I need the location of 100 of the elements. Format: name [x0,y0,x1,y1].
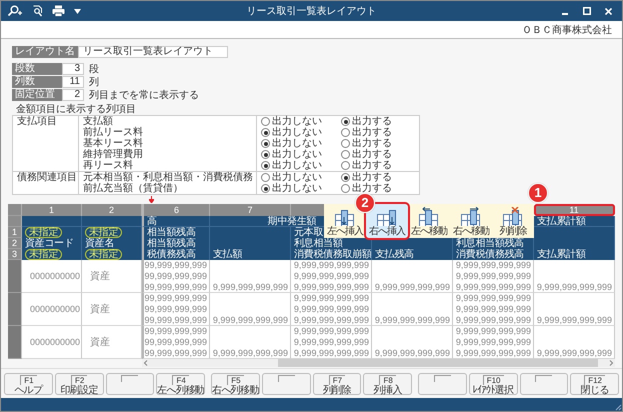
radio-button[interactable] [341,139,350,148]
radio-option[interactable]: 出力する [337,127,417,138]
function-key[interactable]: F12 閉じる [570,373,619,395]
table-cell: 0000000000 [22,260,82,293]
function-key[interactable] [262,373,310,395]
radio-option[interactable]: 出力する [337,116,417,127]
input-field[interactable]: 11 [62,76,84,88]
radio-option[interactable]: 出力する [337,149,417,160]
table-cell: 資産 [82,293,142,326]
radio-button[interactable] [341,128,350,137]
close-icon[interactable] [605,8,612,14]
table-cell: 9,999,999,999,999 [210,260,291,293]
table-cell: 0000000000 [22,326,82,359]
item-label: 前払充当額（賃貸借） [83,183,183,194]
scroll-right-icon[interactable] [607,359,615,367]
field-label: レイアウト名 [12,46,78,58]
unit-label: 列 [89,76,99,89]
horizontal-scrollbar[interactable] [142,359,615,367]
maximize-icon[interactable] [583,7,591,15]
radio-option[interactable]: 出力しない [257,183,337,194]
radio-button[interactable] [341,184,350,193]
row-number: 2 [8,238,22,249]
field-label: 固定位置 [12,89,62,101]
freeze-marker-icon [149,196,154,203]
item-label: 基本リース料 [83,138,143,149]
function-key[interactable]: F5 右へ列移動 [211,373,260,395]
function-key[interactable]: F4 左へ列移動 [156,373,205,395]
table-cell: 9,999,999,999,999 9,999,999,999,999 9,999,999,999,999 [291,260,372,293]
input-field[interactable]: 3 [62,63,84,75]
input-field[interactable]: リース取引一覧表レイアウト [78,46,228,58]
function-key[interactable]: F10 ﾚｲｱｳﾄ選択 [468,373,518,395]
zoom-page-icon[interactable] [32,5,43,17]
zoom-in-icon[interactable] [7,5,23,17]
table-cell: 資産 [82,326,142,359]
table-cell: 資産 [82,260,142,293]
radio-option[interactable]: 出力しない [257,138,337,149]
menu-item[interactable]: 右へ移動 [450,204,492,238]
caret-icon[interactable] [74,8,81,14]
menu-item[interactable]: 列削除 [492,204,534,238]
radio-option[interactable]: 出力する [337,138,417,149]
radio-button[interactable] [261,139,270,148]
table-cell: 9,999,999,999,999 9,999,999,999,999 9,999,999,999,999 [291,293,372,326]
column-header: 利息相当額 [291,238,372,249]
function-key[interactable] [418,373,467,395]
radio-option[interactable]: 出力する [337,172,417,183]
radio-option[interactable]: 出力する [337,160,417,171]
scroll-left-icon[interactable] [142,359,150,367]
radio-button[interactable] [341,117,350,126]
radio-option[interactable]: 出力しない [257,160,337,171]
column-header: 消費税債務取崩額 [291,249,372,260]
row-header-cell [8,260,22,293]
table-cell: 0000000000 [22,293,82,326]
field-label: 列数 [12,76,62,88]
column-header: 支払累計額 [534,249,615,260]
row-number: 1 [8,227,22,238]
radio-button[interactable] [261,161,270,170]
radio-option[interactable]: 出力しない [257,172,337,183]
row-header-cell [8,293,22,326]
header-cell [8,204,22,216]
group-label: 支払項目 [17,116,57,127]
table-cell: 9,999,999,999,999 9,999,999,999,999 9,999,999,999,999 [453,293,534,326]
input-field[interactable]: 2 [62,89,84,101]
unit-label: 段 [89,63,99,76]
row-number: 3 [8,249,22,260]
table-cell: 9,999,999,999,999 [534,260,615,293]
step-callout: 1 [528,183,548,203]
radio-button[interactable] [341,161,350,170]
window-title: リース取引一覧表レイアウト [246,4,376,18]
table-cell: 9,999,999,999,999 9,999,999,999,999 9,999,999,999,999 [453,260,534,293]
radio-button[interactable] [261,117,270,126]
radio-button[interactable] [261,173,270,182]
field-label: 段数 [12,63,62,75]
radio-option[interactable]: 出力する [337,183,417,194]
radio-option[interactable]: 出力しない [257,127,337,138]
function-key[interactable]: F7 列削除 [312,373,362,395]
column-header: 支払額 [210,249,291,260]
radio-button[interactable] [341,173,350,182]
radio-option[interactable]: 出力しない [257,116,337,127]
menu-item[interactable]: 右へ挿入 [366,204,408,238]
item-label: 支払額 [83,116,113,127]
radio-option[interactable]: 出力しない [257,149,337,160]
function-key[interactable]: F8 列挿入 [363,373,412,395]
table-cell: 9,999,999,999,999 [534,293,615,326]
radio-button[interactable] [261,150,270,159]
radio-button[interactable] [261,184,270,193]
function-key[interactable]: F1 ヘルプ [4,373,53,395]
item-label: 再リース料 [83,160,133,171]
group-header: 支払累計額 [534,216,615,227]
radio-button[interactable] [261,128,270,137]
radio-button[interactable] [341,150,350,159]
item-label: 元本相当額・利息相当額・消費税債務 [83,172,253,183]
function-key[interactable] [106,373,154,395]
print-icon[interactable] [52,5,65,17]
table-cell: 99,999,999,999 99,999,999,999 99,999,999,999 [142,293,210,326]
function-key[interactable] [520,373,568,395]
menu-item[interactable]: 左へ移動 [408,204,450,238]
resize-grip-icon[interactable] [614,403,622,411]
table-cell: 9,999,999,999,999 [210,293,291,326]
function-key[interactable]: F2 印刷設定 [54,373,104,395]
scroll-thumb[interactable] [278,359,598,367]
